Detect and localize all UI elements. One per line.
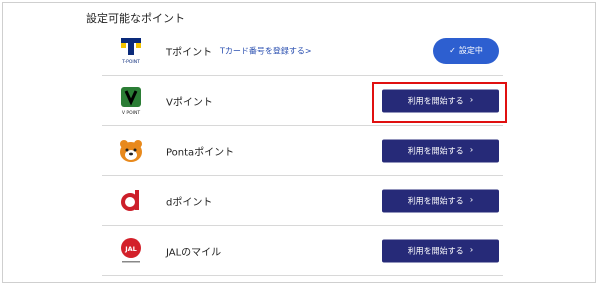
- jal-logo-icon: JAL: [118, 236, 144, 266]
- v-point-logo-icon: V POINT: [118, 86, 144, 116]
- point-name-jal: JALのマイル: [166, 247, 222, 258]
- chevron-right-icon: ›: [469, 245, 474, 256]
- svg-text:T-POINT: T-POINT: [121, 59, 140, 65]
- check-icon: ✓: [449, 46, 456, 55]
- point-name-d: dポイント: [166, 197, 213, 208]
- section-title: 設定可能なポイント: [86, 12, 185, 25]
- point-name-ponta: Pontaポイント: [166, 147, 235, 158]
- svg-text:V POINT: V POINT: [122, 110, 140, 116]
- d-point-start-button[interactable]: 利用を開始する ›: [382, 189, 499, 212]
- chevron-right-icon: ›: [469, 195, 474, 206]
- ponta-logo-icon: [118, 136, 144, 166]
- list-item-t-point: T-POINT Tポイント Tカード番号を登録する> ✓ 設定中: [102, 26, 503, 76]
- ponta-start-button[interactable]: 利用を開始する ›: [382, 139, 499, 162]
- t-point-logo-icon: T-POINT: [118, 36, 144, 66]
- d-point-logo-icon: [118, 186, 144, 216]
- highlight-box: [372, 82, 507, 123]
- register-t-card-link[interactable]: Tカード番号を登録する>: [220, 45, 312, 56]
- t-point-active-button[interactable]: ✓ 設定中: [433, 37, 499, 64]
- jal-start-button[interactable]: 利用を開始する ›: [382, 239, 499, 262]
- list-item-jal: JAL JALのマイル 利用を開始する ›: [102, 226, 503, 276]
- point-name-v: Vポイント: [166, 97, 213, 108]
- svg-text:JAL: JAL: [124, 245, 137, 253]
- list-item-ponta: Pontaポイント 利用を開始する ›: [102, 126, 503, 176]
- list-item-d-point: dポイント 利用を開始する ›: [102, 176, 503, 226]
- point-name-t: Tポイント: [166, 47, 213, 58]
- chevron-right-icon: ›: [469, 145, 474, 156]
